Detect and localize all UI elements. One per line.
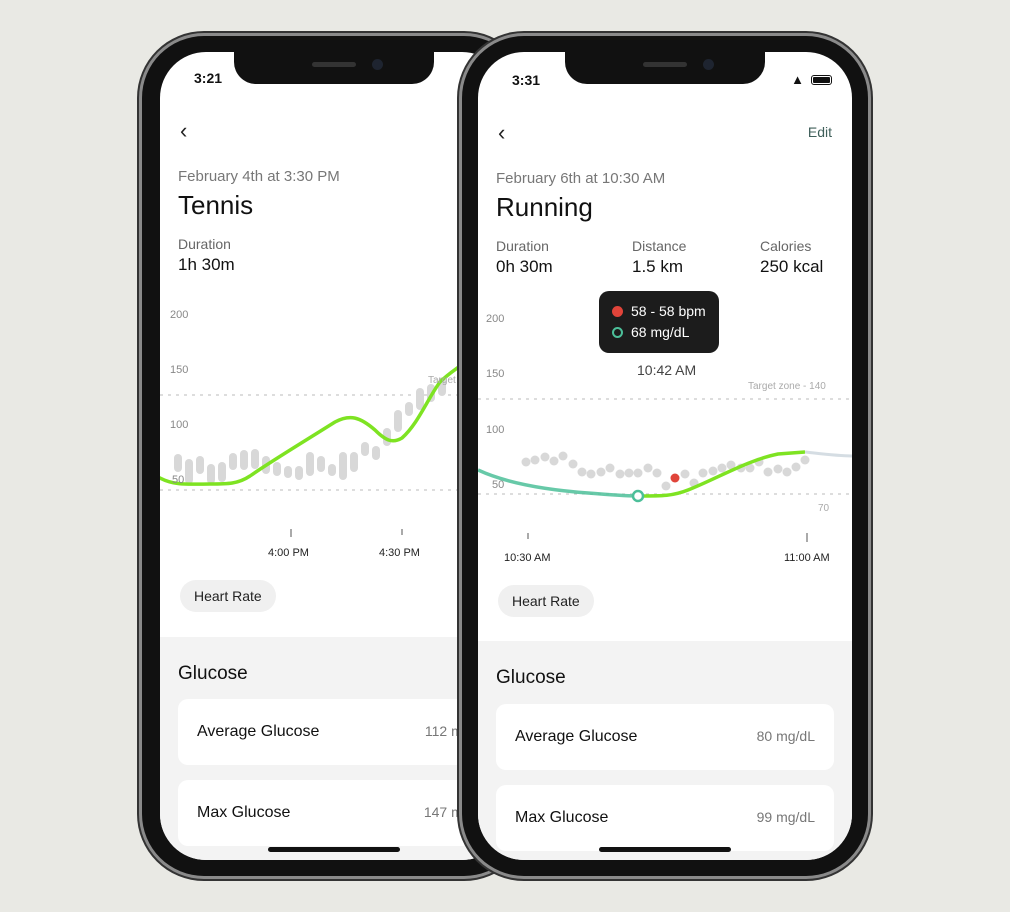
heart-rate-point (605, 463, 615, 473)
x-tick: 4:00 PM (268, 547, 309, 559)
y-tick: 50 (492, 479, 505, 491)
y-tick: 100 (170, 419, 189, 431)
glucose-line-future (804, 450, 852, 458)
max-glucose-card: Max Glucose 147 mg/dL (178, 780, 508, 846)
heart-rate-point (549, 456, 559, 466)
heart-rate-point (800, 455, 810, 465)
heart-rate-point (698, 468, 708, 478)
home-indicator (599, 847, 731, 852)
heart-rate-point (615, 469, 625, 479)
heart-rate-point (782, 467, 792, 477)
x-tick: 4:30 PM (379, 547, 420, 559)
screen-back: 3:21 ‹ February 4th at 3:30 PM Tennis Du… (160, 52, 508, 860)
heart-rate-point (643, 463, 653, 473)
glucose-line (160, 356, 472, 486)
average-glucose-card: Average Glucose 80 mg/dL (496, 704, 834, 770)
x-tick: 10:30 AM (504, 552, 551, 564)
heart-rate-point (661, 481, 671, 491)
glucose-line (637, 450, 806, 498)
glucose-section: Glucose Average Glucose 112 mg/dL Max Gl… (160, 637, 508, 860)
glucose-chart[interactable] (160, 52, 508, 592)
x-tick: 11:00 AM (784, 552, 830, 564)
home-indicator (268, 847, 400, 852)
heart-rate-point (530, 455, 540, 465)
y-tick: 150 (486, 368, 505, 380)
heart-rate-point (568, 459, 578, 469)
glucose-section: Glucose Average Glucose 80 mg/dL Max Glu… (478, 641, 852, 860)
heart-rate-point (717, 463, 727, 473)
y-tick: 100 (486, 424, 505, 436)
heart-rate-point (652, 468, 662, 478)
low-label: 70 (818, 503, 830, 514)
heart-rate-point (791, 462, 801, 472)
heart-rate-point (521, 457, 531, 467)
glucose-title: Glucose (496, 667, 566, 688)
phone-front: 3:31 ▲ ‹ Edit February 6th at 10:30 AM R… (462, 36, 868, 876)
heart-rate-dot-icon (612, 306, 623, 317)
y-tick: 200 (170, 309, 189, 321)
y-tick: 50 (172, 474, 185, 486)
tooltip-time: 10:42 AM (637, 362, 697, 378)
selected-glucose-point (631, 489, 645, 503)
heart-rate-point (633, 468, 643, 478)
heart-rate-point (577, 467, 587, 477)
heart-rate-point (586, 469, 596, 479)
y-tick: 150 (170, 364, 189, 376)
target-zone-label: Target zone - 140 (748, 381, 826, 392)
heart-rate-chip[interactable]: Heart Rate (180, 580, 276, 612)
heart-rate-point (624, 468, 634, 478)
heart-rate-point (558, 451, 568, 461)
heart-rate-point (680, 469, 690, 479)
heart-rate-point (596, 467, 606, 477)
heart-rate-point-selected (670, 473, 680, 483)
glucose-ring-icon (612, 327, 623, 338)
glucose-title: Glucose (178, 663, 248, 684)
heart-rate-point (540, 452, 550, 462)
y-tick: 200 (486, 313, 505, 325)
heart-rate-point (708, 466, 718, 476)
average-glucose-card: Average Glucose 112 mg/dL (178, 699, 508, 765)
heart-rate-chip[interactable]: Heart Rate (498, 585, 594, 617)
chart-tooltip: 58 - 58 bpm 68 mg/dL (599, 291, 719, 353)
target-label: Target (428, 375, 456, 386)
heart-rate-point (773, 464, 783, 474)
screen-front: 3:31 ▲ ‹ Edit February 6th at 10:30 AM R… (478, 52, 852, 860)
max-glucose-card: Max Glucose 99 mg/dL (496, 785, 834, 851)
heart-rate-point (763, 467, 773, 477)
